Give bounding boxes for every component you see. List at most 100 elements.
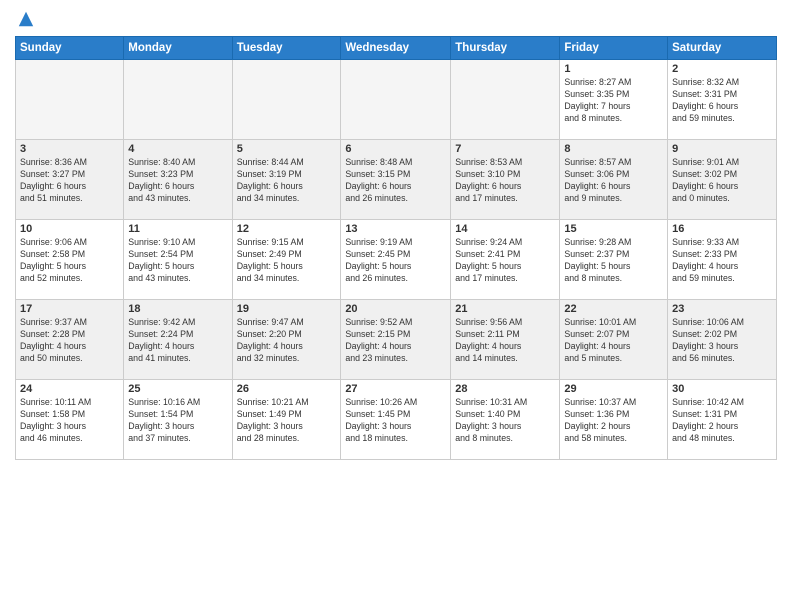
day-info: Sunrise: 8:53 AM Sunset: 3:10 PM Dayligh… [455,157,555,205]
calendar-day-cell: 9Sunrise: 9:01 AM Sunset: 3:02 PM Daylig… [668,140,777,220]
day-number: 29 [564,383,663,395]
day-info: Sunrise: 8:40 AM Sunset: 3:23 PM Dayligh… [128,157,227,205]
calendar-day-cell: 18Sunrise: 9:42 AM Sunset: 2:24 PM Dayli… [124,300,232,380]
calendar-day-cell: 26Sunrise: 10:21 AM Sunset: 1:49 PM Dayl… [232,380,341,460]
day-number: 7 [455,143,555,155]
calendar-day-cell: 28 Sunrise: 10:31 AM Sunset: 1:40 PM Dayl… [451,380,560,460]
calendar-day-cell: 24 Sunrise: 10:11 AM Sunset: 1:58 PM Dayl… [16,380,124,460]
weekday-header: Monday [124,37,232,60]
day-number: 8 [564,143,663,155]
calendar-week-row: 24 Sunrise: 10:11 AM Sunset: 1:58 PM Dayl… [16,380,777,460]
day-info: Sunrise: 10:31 AM Sunset: 1:40 PM Daylig… [455,397,555,445]
day-number: 30 [672,383,772,395]
day-info: Sunrise: 9:24 AM Sunset: 2:41 PM Dayligh… [455,237,555,285]
day-number: 25 [128,383,227,395]
calendar-day-cell: 25 Sunrise: 10:16 AM Sunset: 1:54 PM Dayl… [124,380,232,460]
day-info: Sunrise: 9:37 AM Sunset: 2:28 PM Dayligh… [20,317,119,365]
logo-icon [17,10,35,28]
page: SundayMondayTuesdayWednesdayThursdayFrid… [0,0,792,470]
calendar-day-cell: 30 Sunrise: 10:42 AM Sunset: 1:31 PM Dayl… [668,380,777,460]
day-number: 20 [345,303,446,315]
calendar-day-cell: 16 Sunrise: 9:33 AM Sunset: 2:33 PM Dayli… [668,220,777,300]
day-number: 28 [455,383,555,395]
day-info: Sunrise: 8:36 AM Sunset: 3:27 PM Dayligh… [20,157,119,205]
calendar-day-cell [451,60,560,140]
day-info: Sunrise: 9:56 AM Sunset: 2:11 PM Dayligh… [455,317,555,365]
day-info: Sunrise: 9:28 AM Sunset: 2:37 PM Dayligh… [564,237,663,285]
day-info: Sunrise: 9:33 AM Sunset: 2:33 PM Dayligh… [672,237,772,285]
calendar-day-cell: 13Sunrise: 9:19 AM Sunset: 2:45 PM Dayli… [341,220,451,300]
day-number: 16 [672,223,772,235]
day-info: Sunrise: 10:06 AM Sunset: 2:02 PM Daylig… [672,317,772,365]
day-number: 17 [20,303,119,315]
calendar-day-cell: 3 Sunrise: 8:36 AM Sunset: 3:27 PM Daylig… [16,140,124,220]
calendar-day-cell [16,60,124,140]
day-info: Sunrise: 9:19 AM Sunset: 2:45 PM Dayligh… [345,237,446,285]
calendar-day-cell: 11 Sunrise: 9:10 AM Sunset: 2:54 PM Dayli… [124,220,232,300]
weekday-header: Tuesday [232,37,341,60]
day-info: Sunrise: 10:37 AM Sunset: 1:36 PM Daylig… [564,397,663,445]
day-number: 3 [20,143,119,155]
calendar-day-cell: 21 Sunrise: 9:56 AM Sunset: 2:11 PM Dayli… [451,300,560,380]
day-number: 10 [20,223,119,235]
day-number: 18 [128,303,227,315]
calendar-day-cell: 22 Sunrise: 10:01 AM Sunset: 2:07 PM Dayl… [560,300,668,380]
calendar-day-cell: 17 Sunrise: 9:37 AM Sunset: 2:28 PM Dayli… [16,300,124,380]
calendar-day-cell: 14Sunrise: 9:24 AM Sunset: 2:41 PM Dayli… [451,220,560,300]
calendar-week-row: 1 Sunrise: 8:27 AM Sunset: 3:35 PM Daylig… [16,60,777,140]
day-info: Sunrise: 10:16 AM Sunset: 1:54 PM Daylig… [128,397,227,445]
weekday-header: Sunday [16,37,124,60]
day-number: 21 [455,303,555,315]
day-info: Sunrise: 10:01 AM Sunset: 2:07 PM Daylig… [564,317,663,365]
day-number: 19 [237,303,337,315]
calendar-day-cell: 5 Sunrise: 8:44 AM Sunset: 3:19 PM Daylig… [232,140,341,220]
calendar-day-cell: 6Sunrise: 8:48 AM Sunset: 3:15 PM Daylig… [341,140,451,220]
day-info: Sunrise: 8:44 AM Sunset: 3:19 PM Dayligh… [237,157,337,205]
day-info: Sunrise: 9:52 AM Sunset: 2:15 PM Dayligh… [345,317,446,365]
day-number: 5 [237,143,337,155]
day-number: 12 [237,223,337,235]
day-info: Sunrise: 8:32 AM Sunset: 3:31 PM Dayligh… [672,77,772,125]
calendar-day-cell: 23 Sunrise: 10:06 AM Sunset: 2:02 PM Dayl… [668,300,777,380]
weekday-header: Wednesday [341,37,451,60]
day-info: Sunrise: 10:21 AM Sunset: 1:49 PM Daylig… [237,397,337,445]
calendar-day-cell: 10 Sunrise: 9:06 AM Sunset: 2:58 PM Dayli… [16,220,124,300]
day-info: Sunrise: 10:42 AM Sunset: 1:31 PM Daylig… [672,397,772,445]
day-info: Sunrise: 9:10 AM Sunset: 2:54 PM Dayligh… [128,237,227,285]
calendar-day-cell: 7 Sunrise: 8:53 AM Sunset: 3:10 PM Daylig… [451,140,560,220]
logo [15,10,35,28]
calendar-day-cell: 8 Sunrise: 8:57 AM Sunset: 3:06 PM Daylig… [560,140,668,220]
calendar-day-cell [341,60,451,140]
weekday-header: Friday [560,37,668,60]
day-number: 23 [672,303,772,315]
calendar-week-row: 17 Sunrise: 9:37 AM Sunset: 2:28 PM Dayli… [16,300,777,380]
day-info: Sunrise: 8:57 AM Sunset: 3:06 PM Dayligh… [564,157,663,205]
day-info: Sunrise: 9:15 AM Sunset: 2:49 PM Dayligh… [237,237,337,285]
day-number: 24 [20,383,119,395]
day-info: Sunrise: 10:26 AM Sunset: 1:45 PM Daylig… [345,397,446,445]
day-number: 22 [564,303,663,315]
calendar-week-row: 3 Sunrise: 8:36 AM Sunset: 3:27 PM Daylig… [16,140,777,220]
day-number: 4 [128,143,227,155]
calendar-day-cell: 4 Sunrise: 8:40 AM Sunset: 3:23 PM Daylig… [124,140,232,220]
weekday-header: Thursday [451,37,560,60]
day-number: 27 [345,383,446,395]
day-info: Sunrise: 9:06 AM Sunset: 2:58 PM Dayligh… [20,237,119,285]
calendar-day-cell: 2Sunrise: 8:32 AM Sunset: 3:31 PM Daylig… [668,60,777,140]
day-info: Sunrise: 10:11 AM Sunset: 1:58 PM Daylig… [20,397,119,445]
calendar-day-cell: 29 Sunrise: 10:37 AM Sunset: 1:36 PM Dayl… [560,380,668,460]
calendar-day-cell: 20 Sunrise: 9:52 AM Sunset: 2:15 PM Dayli… [341,300,451,380]
calendar-week-row: 10 Sunrise: 9:06 AM Sunset: 2:58 PM Dayli… [16,220,777,300]
day-number: 11 [128,223,227,235]
calendar-day-cell [124,60,232,140]
day-number: 1 [564,63,663,75]
day-info: Sunrise: 8:27 AM Sunset: 3:35 PM Dayligh… [564,77,663,125]
calendar-day-cell [232,60,341,140]
weekday-header-row: SundayMondayTuesdayWednesdayThursdayFrid… [16,37,777,60]
calendar-day-cell: 12 Sunrise: 9:15 AM Sunset: 2:49 PM Dayli… [232,220,341,300]
day-number: 6 [345,143,446,155]
calendar: SundayMondayTuesdayWednesdayThursdayFrid… [15,36,777,460]
calendar-day-cell: 19Sunrise: 9:47 AM Sunset: 2:20 PM Dayli… [232,300,341,380]
day-number: 15 [564,223,663,235]
calendar-day-cell: 1 Sunrise: 8:27 AM Sunset: 3:35 PM Daylig… [560,60,668,140]
